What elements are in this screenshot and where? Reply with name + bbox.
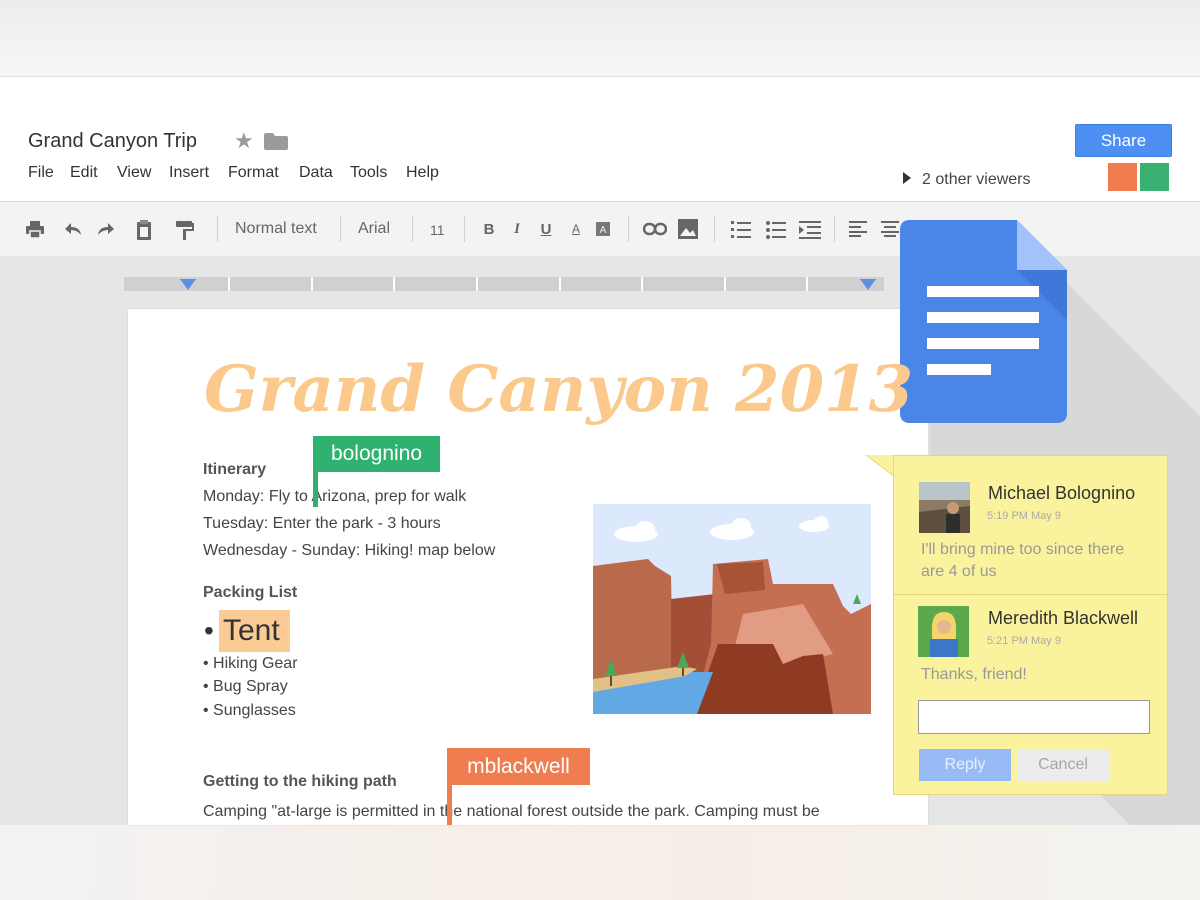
ruler-tick: [228, 277, 230, 291]
hiking-heading[interactable]: Getting to the hiking path: [203, 773, 397, 791]
italic-button[interactable]: I: [510, 219, 524, 239]
menu-edit[interactable]: Edit: [70, 164, 98, 182]
cancel-button[interactable]: Cancel: [1017, 749, 1109, 781]
collaborator-name: mblackwell: [467, 754, 570, 778]
viewer-avatar-orange[interactable]: [1108, 163, 1137, 191]
packing-item[interactable]: • Bug Spray: [203, 678, 288, 696]
toolbar-separator: [714, 216, 715, 242]
itinerary-item[interactable]: Wednesday - Sunday: Hiking! map below: [203, 542, 495, 560]
viewer-avatar-green[interactable]: [1140, 163, 1169, 191]
undo-icon[interactable]: [63, 221, 85, 239]
ruler-tick: [476, 277, 478, 291]
menu-file[interactable]: File: [28, 164, 54, 182]
align-center-icon[interactable]: [881, 221, 899, 237]
collaborator-cursor-mblackwell: [447, 785, 452, 825]
itinerary-item[interactable]: Monday: Fly to Arizona, prep for walk: [203, 488, 466, 506]
packing-heading[interactable]: Packing List: [203, 584, 297, 602]
underline-button[interactable]: U: [539, 219, 553, 239]
menu-insert[interactable]: Insert: [169, 164, 209, 182]
toolbar-separator: [464, 216, 465, 242]
comment-pointer: [866, 455, 896, 477]
ruler-tick: [806, 277, 808, 291]
collaborator-name: bolognino: [330, 442, 423, 465]
canyon-illustration[interactable]: [593, 504, 871, 714]
print-icon[interactable]: [25, 221, 45, 239]
avatar-michael-bolognino[interactable]: [919, 482, 970, 533]
packing-item[interactable]: • Sunglasses: [203, 702, 296, 720]
right-indent-marker[interactable]: [860, 279, 876, 290]
comment-divider: [894, 594, 1167, 595]
viewers-count[interactable]: 2 other viewers: [922, 171, 1031, 189]
menu-view[interactable]: View: [117, 164, 151, 182]
reply-button[interactable]: Reply: [919, 749, 1011, 781]
bottom-band: [0, 825, 1200, 900]
bulleted-list-icon[interactable]: [766, 220, 786, 240]
avatar-meredith-blackwell[interactable]: [918, 606, 969, 657]
collaborator-cursor-bolognino: [313, 472, 318, 507]
ruler-tick: [311, 277, 313, 291]
insert-image-icon[interactable]: [678, 219, 698, 239]
toolbar-separator: [834, 216, 835, 242]
menu-help[interactable]: Help: [406, 164, 439, 182]
toolbar-separator: [217, 216, 218, 242]
menu-format[interactable]: Format: [228, 164, 279, 182]
indent-icon[interactable]: [799, 220, 821, 240]
redo-icon[interactable]: [94, 221, 116, 239]
link-icon[interactable]: [643, 222, 667, 236]
ruler[interactable]: [124, 277, 884, 291]
toolbar-separator: [340, 216, 341, 242]
collaborator-flag-bolognino: bolognino: [313, 436, 440, 472]
share-button[interactable]: Share: [1075, 124, 1172, 157]
google-docs-icon: [900, 220, 1067, 423]
comment-time: 5:21 PM May 9: [987, 635, 1061, 647]
ruler-tick: [393, 277, 395, 291]
ruler-tick: [641, 277, 643, 291]
folder-icon[interactable]: [264, 133, 288, 150]
paste-icon[interactable]: [135, 219, 153, 241]
viewers-expand-icon[interactable]: [903, 172, 911, 184]
toolbar-separator: [628, 216, 629, 242]
font-size-select[interactable]: 11: [430, 222, 445, 238]
highlight-color-icon[interactable]: A: [595, 221, 611, 237]
packing-item-tent[interactable]: Tent: [223, 614, 280, 648]
menu-tools[interactable]: Tools: [350, 164, 387, 182]
comment-text: Thanks, friend!: [921, 666, 1027, 683]
numbered-list-icon[interactable]: [731, 220, 751, 240]
collaborator-flag-mblackwell: mblackwell: [447, 748, 590, 785]
bold-button[interactable]: B: [482, 219, 496, 239]
toolbar-separator: [412, 216, 413, 242]
svg-text:A: A: [600, 225, 607, 236]
document-heading[interactable]: Grand Canyon 2013: [204, 352, 913, 427]
ruler-tick: [559, 277, 561, 291]
reply-input[interactable]: [918, 700, 1150, 734]
comment-author: Michael Bolognino: [988, 483, 1136, 503]
packing-item[interactable]: • Hiking Gear: [203, 655, 298, 673]
hiking-paragraph[interactable]: Camping "at-large is permitted in the na…: [203, 803, 820, 821]
ruler-tick: [724, 277, 726, 291]
left-indent-marker[interactable]: [180, 279, 196, 290]
align-left-icon[interactable]: [849, 221, 867, 237]
document-title[interactable]: Grand Canyon Trip: [28, 130, 197, 153]
font-select[interactable]: Arial: [358, 220, 390, 238]
top-band: [0, 0, 1200, 77]
star-icon[interactable]: ★: [234, 128, 254, 154]
comment-text: I'll bring mine too since there are 4 of…: [921, 541, 1125, 580]
paragraph-style-select[interactable]: Normal text: [235, 220, 317, 238]
paint-format-icon[interactable]: [174, 219, 196, 241]
text-color-button[interactable]: A: [569, 219, 583, 239]
comment-time: 5:19 PM May 9: [987, 510, 1061, 522]
itinerary-item[interactable]: Tuesday: Enter the park - 3 hours: [203, 515, 441, 533]
list-bullet: •: [204, 615, 214, 646]
comment-author: Meredith Blackwell: [988, 608, 1139, 628]
itinerary-heading[interactable]: Itinerary: [203, 461, 266, 479]
menu-data[interactable]: Data: [299, 164, 333, 182]
